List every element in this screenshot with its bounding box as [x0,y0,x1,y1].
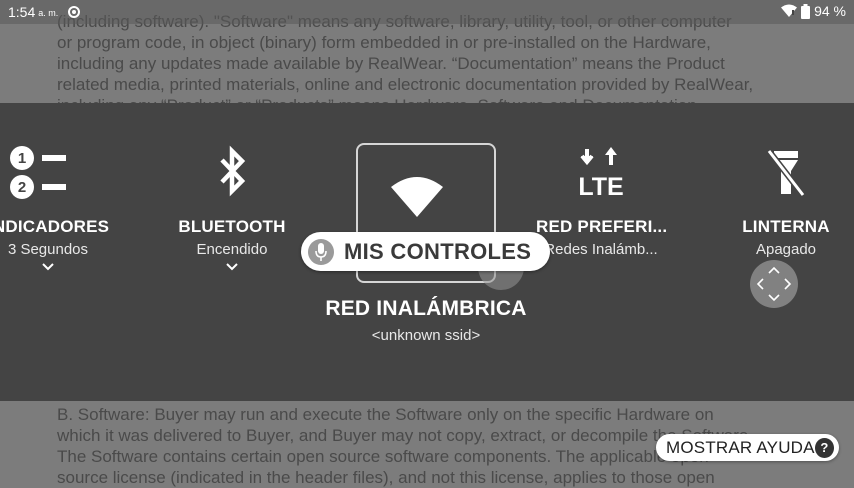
navigation-pad[interactable] [750,260,798,308]
voice-command-pill[interactable]: MIS CONTROLES [301,232,550,271]
control-preferred-network[interactable]: LTE RED PREFERI... Redes Inalámb... [536,145,668,258]
wifi-icon [391,177,443,217]
status-time: 1:54 [8,4,36,20]
control-flashlight[interactable]: LINTERNA Apagado [726,145,846,258]
notification-icon [68,6,81,18]
bluetooth-icon [220,145,246,197]
wifi-status-icon [781,4,798,17]
svg-text:1: 1 [18,150,26,167]
status-bar: 1:54 a. m. 94 % [0,0,854,24]
bluetooth-label: BLUETOOTH [178,217,286,236]
flashlight-off-icon [766,149,806,197]
document-line: source license (indicated in the header … [57,468,715,487]
show-help-label: MOSTRAR AYUDA [666,437,815,457]
status-ampm: a. m. [38,8,59,18]
preferred-network-label: RED PREFERI... [536,217,668,236]
flashlight-label: LINTERNA [742,217,830,236]
chevron-down-icon [42,263,54,271]
lte-icon: LTE [578,147,624,199]
wireless-label: RED INALÁMBRICA [325,297,527,320]
document-line: including any updates made available by … [57,54,725,73]
directional-arrows-icon [756,266,792,302]
bluetooth-value: Encendido [196,241,268,258]
document-line: or program code, in object (binary) form… [57,33,711,52]
preferred-network-value: Redes Inalámb... [544,241,658,258]
indicators-label: INDICADORES [0,217,110,236]
battery-percent: 94 % [814,3,846,19]
control-wireless-network[interactable]: RED INALÁMBRICA <unknown ssid> [296,297,556,344]
document-line: B. Software: Buyer may run and execute t… [57,405,714,424]
flashlight-value: Apagado [755,241,817,258]
svg-text:LTE: LTE [578,173,623,199]
voice-command-label: MIS CONTROLES [344,238,532,264]
help-question-icon: ? [814,437,834,458]
control-indicators[interactable]: 1 2 INDICADORES 3 Segundos [0,145,110,271]
indicators-value: 3 Segundos [7,241,89,258]
show-help-button[interactable]: MOSTRAR AYUDA ? [656,434,839,461]
document-text-top: (including software). "Software" means a… [57,11,814,116]
chevron-down-icon [226,263,238,271]
status-indicators: 94 % [781,3,846,19]
svg-text:2: 2 [18,179,26,196]
microphone-icon [308,238,334,265]
numbered-list-icon: 1 2 [10,146,66,199]
battery-icon [801,3,811,19]
wireless-value: <unknown ssid> [371,327,481,344]
document-line: related media, printed materials, online… [57,75,754,94]
control-bluetooth[interactable]: BLUETOOTH Encendido [172,145,292,271]
